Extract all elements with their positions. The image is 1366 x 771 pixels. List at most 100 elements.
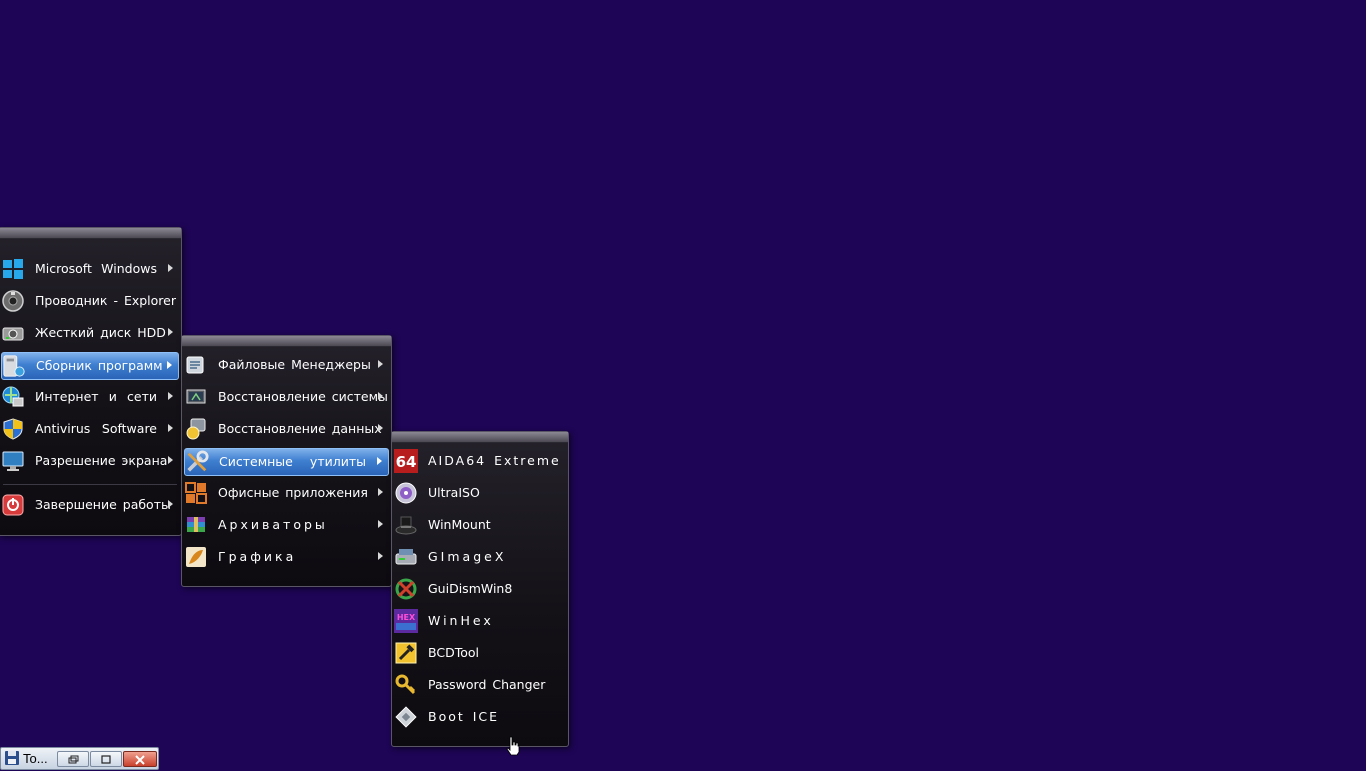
- menu-item-explorer[interactable]: Проводник - Explorer: [1, 288, 179, 314]
- menu-item-label: UltraISO: [428, 485, 480, 500]
- menu-item-label: Файловые Менеджеры: [218, 357, 371, 372]
- submenu-arrow-icon: [168, 456, 173, 464]
- menu-item-label: Системные утилиты: [219, 454, 366, 469]
- menu-item-label: WinHex: [428, 613, 494, 628]
- shield-icon: [1, 417, 25, 441]
- menu-item-archivers[interactable]: Архиваторы: [184, 512, 389, 538]
- menu-item-label: GImageX: [428, 549, 507, 564]
- restore-window-button[interactable]: [57, 751, 89, 767]
- close-icon: [135, 755, 145, 765]
- menu-item-programs[interactable]: Сборник программ: [1, 352, 179, 380]
- menu-item-internet[interactable]: Интернет и сети: [1, 384, 179, 410]
- menu-item-label: Жесткий диск HDD: [35, 325, 166, 340]
- menu-item-password-changer[interactable]: Password Changer: [394, 672, 566, 698]
- file-manager-icon: [184, 353, 208, 377]
- system-utilities-submenu: 64 AIDA64 Extreme UltraISO WinMount GIma…: [391, 431, 569, 747]
- menu-item-label: Офисные приложения: [218, 485, 368, 500]
- submenu-arrow-icon: [168, 500, 173, 508]
- menu-item-graphics[interactable]: Графика: [184, 544, 389, 570]
- menu-item-label: Microsoft Windows: [35, 261, 157, 276]
- menu-item-label: Antivirus Software: [35, 421, 157, 436]
- menu-item-label: Проводник - Explorer: [35, 293, 176, 308]
- menu-item-label: AIDA64 Extreme: [428, 453, 561, 468]
- programs-folder-icon: [2, 354, 26, 378]
- restore-icon: [68, 755, 79, 764]
- programs-submenu: Файловые Менеджеры Восстановление систем…: [181, 335, 392, 587]
- menu-item-label: Password Changer: [428, 677, 546, 692]
- hand-cursor-icon: [506, 736, 520, 760]
- submenu-arrow-icon: [378, 392, 383, 400]
- taskbar-window-title: To...: [23, 751, 48, 766]
- menu-item-label: Завершение работы: [35, 497, 171, 512]
- submenu-arrow-icon: [168, 328, 173, 336]
- menu-item-winhex[interactable]: HEX WinHex: [394, 608, 566, 634]
- submenu-caption: [392, 432, 568, 443]
- menu-item-ultraiso[interactable]: UltraISO: [394, 480, 566, 506]
- menu-item-winmount[interactable]: WinMount: [394, 512, 566, 538]
- close-window-button[interactable]: [123, 751, 157, 767]
- submenu-arrow-icon: [378, 520, 383, 528]
- office-icon: [184, 481, 208, 505]
- taskbar-window-button[interactable]: To...: [0, 747, 159, 770]
- menu-item-label: Восстановление данных: [218, 421, 382, 436]
- system-restore-icon: [184, 385, 208, 409]
- menu-item-label: Графика: [218, 549, 297, 564]
- menu-item-label: GuiDismWin8: [428, 581, 513, 596]
- menu-item-label: WinMount: [428, 517, 491, 532]
- globe-network-icon: [1, 385, 25, 409]
- menu-item-screen-resolution[interactable]: Разрешение экрана: [1, 448, 179, 474]
- hard-drive-icon: [1, 321, 25, 345]
- svg-text:64: 64: [396, 453, 417, 471]
- winhex-icon: HEX: [394, 609, 418, 633]
- submenu-arrow-icon: [378, 488, 383, 496]
- menu-item-bcdtool[interactable]: BCDTool: [394, 640, 566, 666]
- menu-item-guidismwin8[interactable]: GuiDismWin8: [394, 576, 566, 602]
- submenu-arrow-icon: [378, 360, 383, 368]
- windows-logo-icon: [1, 257, 25, 281]
- submenu-arrow-icon: [377, 457, 382, 465]
- menu-item-office[interactable]: Офисные приложения: [184, 480, 389, 506]
- submenu-arrow-icon: [167, 361, 172, 369]
- menu-item-system-utilities[interactable]: Системные утилиты: [184, 448, 389, 476]
- menu-item-microsoft-windows[interactable]: Microsoft Windows: [1, 256, 179, 282]
- main-menu-caption: [0, 228, 181, 239]
- submenu-arrow-icon: [378, 424, 383, 432]
- menu-item-aida64[interactable]: 64 AIDA64 Extreme: [394, 448, 566, 474]
- main-menu: Microsoft Windows Проводник - Explorer Ж…: [0, 227, 182, 536]
- tools-icon: [185, 450, 209, 474]
- graphics-icon: [184, 545, 208, 569]
- menu-item-label: Восстановление системы: [218, 389, 388, 404]
- menu-item-system-restore[interactable]: Восстановление системы: [184, 384, 389, 410]
- gimagex-drive-icon: [394, 545, 418, 569]
- winmount-hat-icon: [394, 513, 418, 537]
- disc-drive-icon: [1, 289, 25, 313]
- menu-item-label: Архиваторы: [218, 517, 328, 532]
- key-icon: [394, 673, 418, 697]
- floppy-save-icon: [4, 750, 20, 770]
- menu-item-file-managers[interactable]: Файловые Менеджеры: [184, 352, 389, 378]
- svg-text:HEX: HEX: [397, 613, 416, 622]
- maximize-icon: [101, 755, 111, 764]
- menu-item-antivirus[interactable]: Antivirus Software: [1, 416, 179, 442]
- archive-icon: [184, 513, 208, 537]
- menu-item-label: BCDTool: [428, 645, 479, 660]
- aida64-icon: 64: [394, 449, 418, 473]
- menu-item-label: Boot ICE: [428, 709, 500, 724]
- menu-item-shutdown[interactable]: Завершение работы: [1, 492, 179, 518]
- menu-item-data-recovery[interactable]: Восстановление данных: [184, 416, 389, 442]
- power-icon: [1, 493, 25, 517]
- submenu-arrow-icon: [168, 264, 173, 272]
- submenu-caption: [182, 336, 391, 347]
- submenu-arrow-icon: [168, 424, 173, 432]
- submenu-arrow-icon: [168, 392, 173, 400]
- guidism-icon: [394, 577, 418, 601]
- submenu-arrow-icon: [378, 552, 383, 560]
- bootice-icon: [394, 705, 418, 729]
- menu-item-hard-drive[interactable]: Жесткий диск HDD: [1, 320, 179, 346]
- ultraiso-disc-icon: [394, 481, 418, 505]
- menu-item-label: Сборник программ: [36, 358, 163, 373]
- menu-item-gimagex[interactable]: GImageX: [394, 544, 566, 570]
- menu-item-bootice[interactable]: Boot ICE: [394, 704, 566, 730]
- menu-item-label: Интернет и сети: [35, 389, 157, 404]
- maximize-window-button[interactable]: [90, 751, 122, 767]
